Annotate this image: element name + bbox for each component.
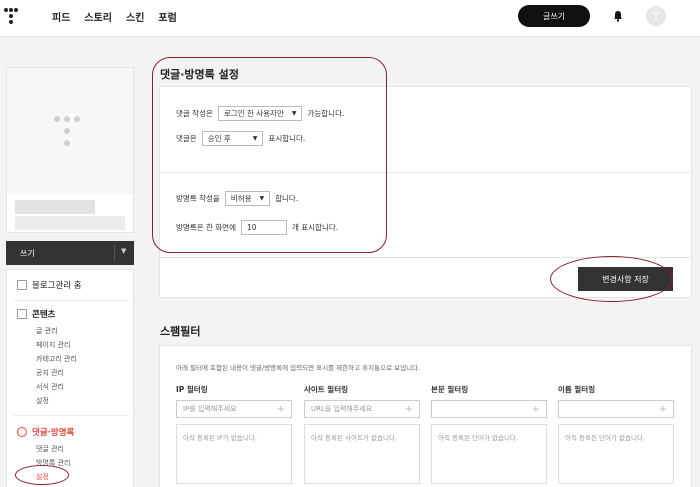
body-filter-input[interactable]: +	[431, 400, 547, 418]
write-button[interactable]: 글쓰기	[518, 5, 590, 27]
sidebar-item-blog-home[interactable]: 블로그관리 홈	[17, 279, 82, 291]
body-filter-list: 아직 등록된 단어가 없습니다.	[431, 424, 547, 484]
sidebar-subitem-templates[interactable]: 서식 관리	[36, 382, 64, 392]
sidebar-item-comments[interactable]: 댓글·방명록	[17, 426, 74, 438]
sidebar-subitem-posts[interactable]: 글 관리	[36, 326, 58, 336]
comment-approve-row: 댓글은 승인 후 ▼ 표시합니다.	[176, 131, 305, 146]
blog-profile-card	[6, 67, 134, 233]
guestbook-count-suffix: 개 표시합니다.	[291, 223, 339, 232]
sidebar-item-label: 콘텐츠	[32, 310, 56, 320]
divider	[13, 415, 129, 416]
plus-icon[interactable]: +	[405, 404, 413, 415]
document-icon	[17, 309, 27, 319]
sidebar-write-button[interactable]: 쓰기 ▼	[6, 241, 134, 265]
user-avatar[interactable]	[646, 6, 666, 26]
comment-icon	[17, 427, 27, 437]
comment-write-suffix: 가능합니다.	[307, 109, 345, 118]
chevron-down-icon[interactable]: ▼	[121, 247, 126, 255]
sidebar-item-contents[interactable]: 콘텐츠	[17, 308, 55, 320]
sidebar-subitem-pages[interactable]: 페이지 관리	[36, 340, 70, 350]
caret-down-icon: ▼	[259, 195, 265, 202]
save-changes-button[interactable]: 변경사항 저장	[578, 267, 673, 291]
blurred-blog-address	[15, 216, 125, 230]
caret-down-icon: ▼	[291, 110, 297, 117]
guestbook-count-prefix: 방명록은 한 화면에	[176, 223, 236, 232]
comment-write-row: 댓글 작성은 로그인 한 사용자만 ▼ 가능합니다.	[176, 106, 344, 121]
sidebar-subitem-comments-manage[interactable]: 댓글 관리	[36, 444, 64, 454]
site-filter-label: 사이트 필터링	[304, 385, 349, 394]
sidebar-subitem-guestbook-manage[interactable]: 방명록 관리	[36, 458, 70, 468]
home-icon	[17, 280, 27, 290]
sidebar-subitem-contents-settings[interactable]: 설정	[36, 396, 49, 406]
settings-panel: 댓글 작성은 로그인 한 사용자만 ▼ 가능합니다. 댓글은 승인 후 ▼ 표시…	[159, 86, 692, 258]
ip-filter-list: 아직 등록된 IP가 없습니다.	[176, 424, 292, 484]
tistory-logo[interactable]	[4, 8, 18, 24]
divider	[114, 245, 115, 261]
divider	[13, 300, 129, 301]
divider	[160, 172, 691, 173]
comment-approve-select[interactable]: 승인 후 ▼	[201, 131, 264, 146]
name-filter-column: 이름 필터링 + 아직 등록된 단어가 없습니다.	[558, 384, 674, 484]
nav-forum[interactable]: 포럼	[158, 9, 176, 24]
body-filter-column: 본문 필터링 + 아직 등록된 단어가 없습니다.	[431, 384, 547, 484]
blog-thumbnail[interactable]	[7, 68, 133, 194]
guestbook-write-select[interactable]: 비허용 ▼	[224, 191, 271, 206]
top-bar: 피드 스토리 스킨 포럼 글쓰기	[0, 0, 700, 37]
sidebar-subitem-categories[interactable]: 카테고리 관리	[36, 354, 77, 364]
site-filter-input[interactable]: URL을 입력해주세요 +	[304, 400, 420, 418]
sidebar-item-label: 블로그관리 홈	[32, 281, 82, 291]
plus-icon[interactable]: +	[532, 404, 540, 415]
sidebar-subitem-comments-settings[interactable]: 설정	[36, 472, 49, 482]
sidebar-item-label: 댓글·방명록	[32, 428, 75, 438]
select-value: 로그인 한 사용자만	[223, 109, 284, 118]
guestbook-write-row: 방명록 작성을 비허용 ▼ 합니다.	[176, 191, 298, 206]
sidebar-subitem-notices[interactable]: 공지 관리	[36, 368, 64, 378]
plus-icon[interactable]: +	[277, 404, 285, 415]
nav-skin[interactable]: 스킨	[126, 9, 144, 24]
select-value: 비허용	[230, 194, 252, 203]
guestbook-count-input[interactable]: 10	[240, 220, 287, 235]
bell-icon[interactable]	[612, 10, 624, 22]
ip-filter-label: IP 필터링	[176, 385, 208, 394]
sidebar: 쓰기 ▼ 블로그관리 홈 콘텐츠 글 관리 페이지 관리 카테고리 관리 공지 …	[6, 67, 134, 487]
input-placeholder: URL을 입력해주세요	[311, 405, 373, 413]
name-filter-input[interactable]: +	[558, 400, 674, 418]
input-placeholder: IP를 입력해주세요	[183, 405, 237, 413]
guestbook-write-suffix: 합니다.	[275, 194, 299, 203]
site-filter-list: 아직 등록된 사이트가 없습니다.	[304, 424, 420, 484]
site-filter-column: 사이트 필터링 URL을 입력해주세요 + 아직 등록된 사이트가 없습니다.	[304, 384, 420, 484]
spam-filter-description: 아래 필터에 포함된 내용이 댓글/방명록에 입력되면 표시를 제한하고 휴지통…	[176, 364, 421, 372]
guestbook-count-row: 방명록은 한 화면에 10 개 표시합니다.	[176, 220, 338, 235]
comment-write-select[interactable]: 로그인 한 사용자만 ▼	[217, 106, 303, 121]
body-filter-label: 본문 필터링	[431, 385, 469, 394]
sidebar-write-label: 쓰기	[20, 249, 35, 258]
plus-icon[interactable]: +	[659, 404, 667, 415]
name-filter-list: 아직 등록된 단어가 없습니다.	[558, 424, 674, 484]
comment-approve-prefix: 댓글은	[176, 134, 197, 143]
page-title: 댓글·방명록 설정	[160, 68, 239, 81]
blurred-blog-name	[15, 200, 95, 214]
spam-filter-title: 스팸필터	[160, 325, 201, 338]
tistory-placeholder-logo	[54, 116, 80, 148]
sidebar-menu: 블로그관리 홈 콘텐츠 글 관리 페이지 관리 카테고리 관리 공지 관리 서식…	[6, 269, 134, 487]
nav-story[interactable]: 스토리	[84, 9, 112, 24]
spam-filter-panel: 아래 필터에 포함된 내용이 댓글/방명록에 입력되면 표시를 제한하고 휴지통…	[159, 345, 692, 487]
comment-approve-suffix: 표시합니다.	[268, 134, 306, 143]
ip-filter-input[interactable]: IP를 입력해주세요 +	[176, 400, 292, 418]
caret-down-icon: ▼	[252, 135, 258, 142]
name-filter-label: 이름 필터링	[558, 385, 596, 394]
ip-filter-column: IP 필터링 IP를 입력해주세요 + 아직 등록된 IP가 없습니다.	[176, 384, 292, 484]
save-bar: 변경사항 저장	[159, 258, 692, 298]
select-value: 승인 후	[207, 134, 231, 143]
comment-write-prefix: 댓글 작성은	[176, 109, 213, 118]
nav-feed[interactable]: 피드	[52, 9, 70, 24]
guestbook-write-prefix: 방명록 작성을	[176, 194, 220, 203]
main-nav: 피드 스토리 스킨 포럼	[52, 9, 177, 24]
